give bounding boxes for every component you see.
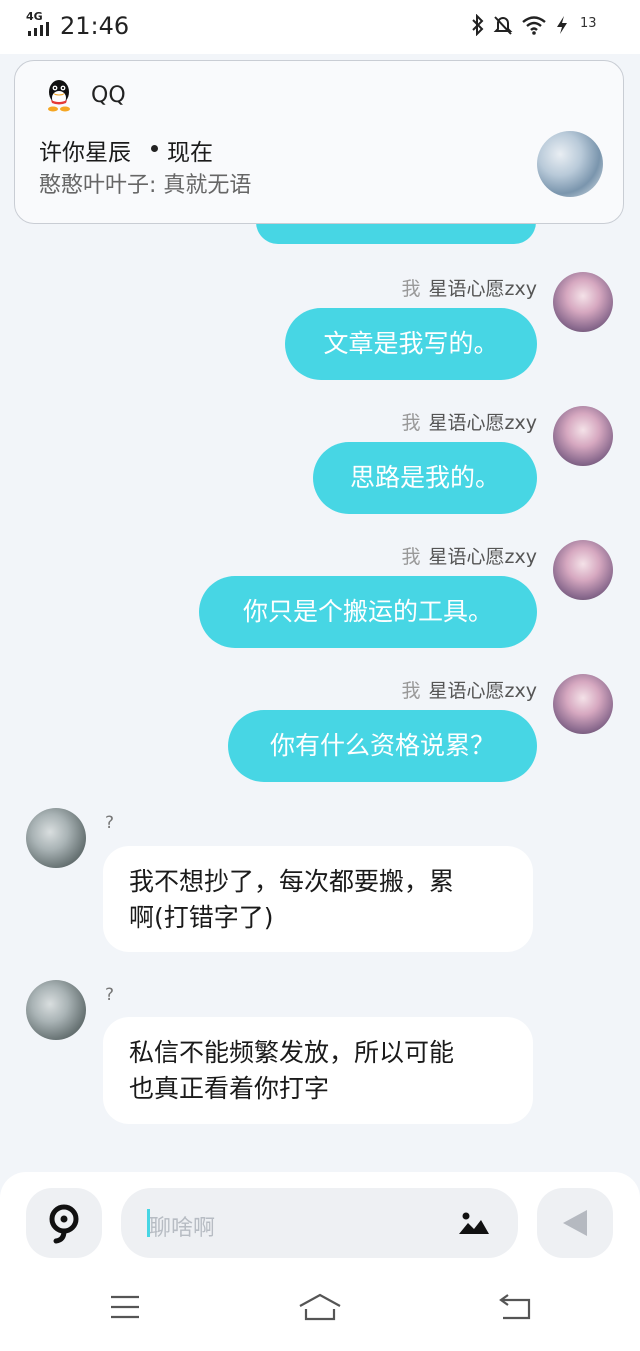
home-icon[interactable] bbox=[298, 1292, 342, 1322]
me-tag: 我 bbox=[401, 412, 421, 434]
notification-banner[interactable]: QQ 许你星辰 现在 憨憨叶叶子: 真就无语 bbox=[14, 60, 624, 224]
me-tag: 我 bbox=[401, 546, 421, 568]
navigation-bar bbox=[0, 1272, 640, 1351]
me-tag: 我 bbox=[401, 278, 421, 300]
signal-icon bbox=[28, 22, 54, 36]
me-tag: 我 bbox=[401, 680, 421, 702]
sender-name-row: 我星语心愿zxy bbox=[402, 542, 537, 569]
notification-sender: 许你星辰 bbox=[39, 140, 131, 166]
battery-level: 13 bbox=[580, 16, 597, 31]
send-icon bbox=[563, 1210, 587, 1236]
sender-name: 星语心愿zxy bbox=[428, 278, 537, 300]
charging-icon bbox=[557, 16, 567, 34]
wifi-icon bbox=[522, 16, 546, 35]
notification-time: 现在 bbox=[167, 140, 213, 166]
message-line: 啊(打错字了) bbox=[129, 903, 274, 932]
message-bubble-outgoing[interactable]: 你有什么资格说累？ bbox=[228, 710, 537, 782]
avatar[interactable] bbox=[26, 808, 86, 868]
sender-name-row: 我星语心愿zxy bbox=[402, 274, 537, 301]
bluetooth-icon bbox=[472, 14, 484, 36]
sender-name: 星语心愿zxy bbox=[428, 546, 537, 568]
network-type: 4G bbox=[26, 10, 43, 23]
clock: 21:46 bbox=[60, 12, 130, 40]
sender-name-row: 我星语心愿zxy bbox=[402, 676, 537, 703]
status-bar: 4G 21:46 13 bbox=[0, 0, 640, 54]
menu-icon[interactable] bbox=[110, 1294, 140, 1320]
back-icon[interactable] bbox=[498, 1292, 532, 1322]
message-bubble-incoming[interactable]: 私信不能频繁发放，所以可能 也真正看着你打字 bbox=[103, 1017, 533, 1124]
separator-dot bbox=[151, 145, 158, 152]
message-line: 也真正看着你打字 bbox=[129, 1074, 330, 1103]
avatar[interactable] bbox=[553, 674, 613, 734]
avatar[interactable] bbox=[26, 980, 86, 1040]
avatar[interactable] bbox=[553, 540, 613, 600]
sender-name: 星语心愿zxy bbox=[428, 412, 537, 434]
send-button[interactable] bbox=[537, 1188, 613, 1258]
sender-name-row: 我星语心愿zxy bbox=[402, 408, 537, 435]
message-bubble-outgoing[interactable]: 文章是我写的。 bbox=[285, 308, 537, 380]
input-placeholder: 聊啥啊 bbox=[149, 1216, 216, 1241]
qq-logo-icon bbox=[48, 80, 70, 112]
message-line: 我不想抄了，每次都要搬，累 bbox=[129, 867, 455, 896]
message-bubble-incoming[interactable]: 我不想抄了，每次都要搬，累 啊(打错字了) bbox=[103, 846, 533, 952]
avatar[interactable] bbox=[553, 406, 613, 466]
message-line: 私信不能频繁发放，所以可能 bbox=[129, 1038, 455, 1067]
sender-name: 星语心愿zxy bbox=[428, 680, 537, 702]
sender-name: ? bbox=[105, 813, 115, 833]
notification-message: 憨憨叶叶子: 真就无语 bbox=[39, 173, 252, 198]
message-bubble-outgoing[interactable]: 思路是我的。 bbox=[313, 442, 537, 514]
image-icon[interactable] bbox=[457, 1208, 491, 1238]
mute-bell-icon bbox=[493, 16, 513, 35]
voice-button[interactable] bbox=[26, 1188, 102, 1258]
notification-avatar bbox=[537, 131, 603, 197]
voice-icon bbox=[49, 1204, 79, 1244]
avatar[interactable] bbox=[553, 272, 613, 332]
message-bubble-outgoing[interactable]: 你只是个搬运的工具。 bbox=[199, 576, 537, 648]
notification-app-name: QQ bbox=[91, 83, 126, 108]
message-input[interactable]: 聊啥啊 bbox=[121, 1188, 518, 1258]
sender-name: ? bbox=[105, 985, 115, 1005]
